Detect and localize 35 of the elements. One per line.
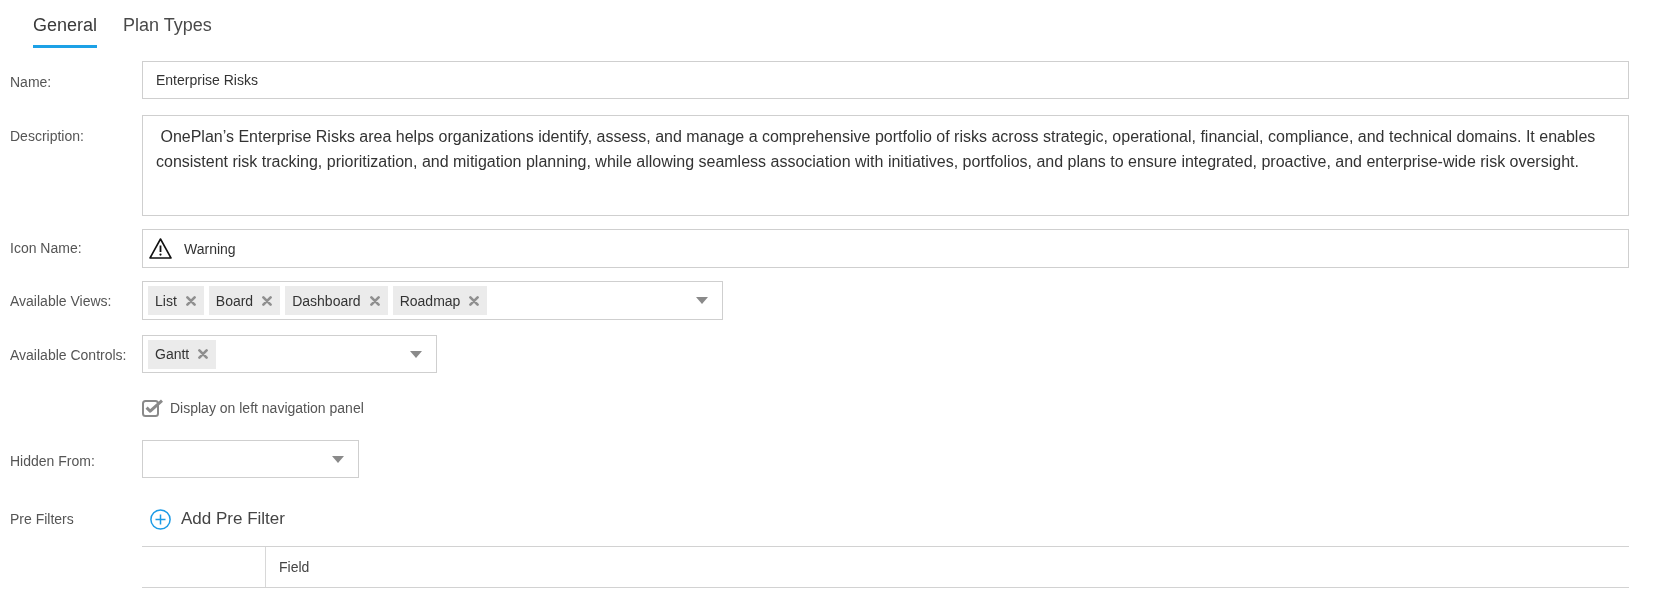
tag-label: Roadmap [399,292,461,309]
views-select[interactable]: List Board Dashboard Roadmap [142,281,723,320]
caret-icon[interactable] [696,297,708,304]
add-pre-filter-button[interactable]: Add Pre Filter [142,500,285,538]
field-label: Hidden From: [10,452,95,471]
add-icon[interactable] [150,508,171,530]
tab[interactable]: Plan Types [123,10,212,48]
description-field[interactable]: OnePlan’s Enterprise Risks area helps organizations identify, assess, and manage a comprehensive portfolio of risks across strategic, operational, financial, compliance, and technical domains. It enables consistent risk tracking, prioritization, and mitigation planning, while allowing seamless association with initiatives, portfolios, and plans to ensure integrated, proactive, and enterprise-wide risk oversight. [142,115,1629,216]
caret-icon[interactable] [332,455,344,463]
field-label: Available Views: [10,292,112,311]
field-label: Description: [10,127,84,146]
checkbox-label[interactable]: Display on left navigation panel [170,400,364,416]
tag-label: Gantt [155,346,190,362]
warning-icon [149,238,172,259]
name-input[interactable]: Enterprise Risks [142,61,1629,99]
close-icon[interactable] [369,295,380,306]
hidden-from-select[interactable] [142,440,359,478]
close-icon[interactable] [469,295,480,306]
checkbox[interactable] [142,399,164,417]
field-label: Icon Name: [10,239,82,258]
tag-label: Dashboard [292,292,361,309]
tag-label: Board [215,292,254,309]
close-icon[interactable] [262,295,273,306]
close-icon[interactable] [198,349,209,359]
field-value: Warning [184,240,236,257]
field-label: Available Controls: [10,346,127,365]
icon-name-field[interactable]: Warning [142,229,1629,268]
controls-select[interactable]: Gantt [142,335,437,373]
field-label: Pre Filters [10,510,74,529]
close-icon[interactable] [185,295,196,306]
caret-icon[interactable] [410,350,422,358]
tag-label: List [155,292,177,309]
column-header: Field [278,558,310,577]
field-label: Name: [10,73,52,92]
tab[interactable]: General [33,10,98,48]
